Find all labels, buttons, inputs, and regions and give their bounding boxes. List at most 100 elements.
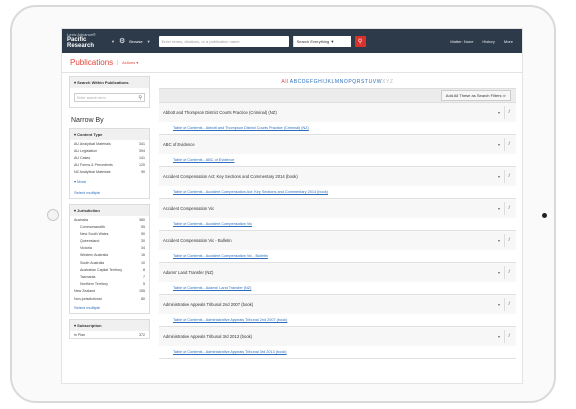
filter-count: 155 bbox=[139, 289, 145, 294]
publication-title[interactable]: Administrative Appeals Tribunal 3rd 2013… bbox=[163, 334, 252, 339]
info-icon[interactable]: i bbox=[504, 202, 513, 215]
chevron-down-icon[interactable]: ▾ bbox=[498, 110, 500, 115]
filter-count: 16 bbox=[141, 253, 145, 258]
publication-title[interactable]: Accident Compensation Act: Key Sections … bbox=[163, 174, 298, 179]
select-multiple-link[interactable]: Select multiple bbox=[70, 187, 149, 198]
publication-item: Accident Compensation Vic ▾ i Table of Cont… bbox=[159, 199, 516, 231]
alpha-all-link[interactable]: All bbox=[281, 79, 288, 85]
filter-row[interactable]: Northern Territory 5 bbox=[70, 281, 149, 288]
filter-count: 90 bbox=[141, 170, 145, 175]
filter-row[interactable]: In Plan 372 bbox=[70, 331, 149, 338]
publication-title-row[interactable]: ABC of Evidence ▾ i bbox=[159, 135, 516, 154]
publication-title[interactable]: Administrative Appeals Tribunal 2nd 2007… bbox=[163, 302, 253, 307]
search-within-title[interactable]: ▾ Search Within Publications bbox=[70, 77, 149, 88]
filter-row[interactable]: AU Cases 141 bbox=[70, 154, 149, 161]
camera-dot bbox=[542, 213, 547, 218]
info-icon[interactable]: i bbox=[504, 298, 513, 311]
table-of-contents-link[interactable]: Table of Contents - Adams' Land Transfer… bbox=[159, 282, 516, 294]
filter-label: NZ Analytical Materials bbox=[74, 170, 111, 175]
search-input[interactable]: Enter terms, citations, or a publication… bbox=[158, 35, 289, 47]
info-icon[interactable]: i bbox=[504, 266, 513, 279]
filter-row[interactable]: Tasmania 7 bbox=[70, 273, 149, 280]
table-of-contents-link[interactable]: Table of Contents - Accident Compensatio… bbox=[159, 186, 516, 198]
filter-row[interactable]: AU Analytical Materials 341 bbox=[70, 140, 149, 147]
publication-title[interactable]: Accident Compensation Vic bbox=[163, 206, 214, 211]
publication-title-row[interactable]: Administrative Appeals Tribunal 2nd 2007… bbox=[159, 295, 516, 314]
chevron-down-icon[interactable]: ▼ bbox=[111, 39, 115, 44]
filter-row[interactable]: Western Australia 16 bbox=[70, 252, 149, 259]
jurisdiction-title[interactable]: ▾ Jurisdiction bbox=[70, 204, 149, 216]
filter-row[interactable]: New South Wales 90 bbox=[70, 230, 149, 237]
info-icon[interactable]: i bbox=[504, 330, 513, 343]
filter-label: Queensland bbox=[80, 239, 100, 244]
info-icon[interactable]: i bbox=[504, 106, 513, 119]
publication-title-row[interactable]: Abbott and Thompson District Courts Prac… bbox=[159, 103, 516, 122]
table-of-contents-link[interactable]: Table of Contents - ABC of Evidence bbox=[159, 154, 516, 166]
publication-title[interactable]: ABC of Evidence bbox=[163, 142, 195, 147]
gear-icon[interactable]: ⚙ bbox=[119, 37, 125, 45]
info-icon[interactable]: i bbox=[504, 234, 513, 247]
content-type-title[interactable]: ▾ Content Type bbox=[70, 129, 149, 140]
nav-history[interactable]: History bbox=[482, 39, 494, 44]
publication-item: ABC of Evidence ▾ i Table of Contents - ABC… bbox=[159, 135, 516, 167]
chevron-down-icon[interactable]: ▾ bbox=[498, 206, 500, 211]
nav-matter[interactable]: Matter: None bbox=[450, 39, 473, 44]
chevron-down-icon[interactable]: ▼ bbox=[147, 39, 151, 44]
search-within-input[interactable]: Enter search term ⚲ bbox=[74, 93, 145, 102]
subscription-label: Subscription bbox=[77, 323, 102, 329]
publication-title-row[interactable]: Accident Compensation Act: Key Sections … bbox=[159, 167, 516, 186]
table-of-contents-link[interactable]: Table of Contents - Abbott and Thompson … bbox=[159, 122, 516, 134]
publication-title[interactable]: Abbott and Thompson District Courts Prac… bbox=[163, 110, 277, 115]
publication-title[interactable]: Adams' Land Transfer (NZ) bbox=[163, 270, 213, 275]
browse-menu[interactable]: Browse bbox=[129, 39, 142, 44]
alphabet-filter: AllABCDEFGHIJKLMNOPQRSTUVWXYZ bbox=[159, 76, 516, 88]
chevron-down-icon[interactable]: ▾ bbox=[498, 302, 500, 307]
home-button[interactable] bbox=[47, 209, 59, 221]
filter-row[interactable]: Victoria 34 bbox=[70, 245, 149, 252]
subscription-panel: ▾ Subscription In Plan 372 bbox=[69, 319, 150, 340]
jurisdiction-panel: ▾ Jurisdiction Australia 380 Commonwealth 5… bbox=[69, 203, 150, 315]
publication-title-row[interactable]: Adams' Land Transfer (NZ) ▾ i bbox=[159, 263, 516, 282]
more-link[interactable]: ▾ More bbox=[70, 176, 149, 187]
search-button[interactable]: ⚲ bbox=[354, 35, 366, 47]
publication-item: Administrative Appeals Tribunal 2nd 2007… bbox=[159, 295, 516, 327]
table-of-contents-link[interactable]: Table of Contents - Accident Compensatio… bbox=[159, 250, 516, 262]
search-scope-select[interactable]: Search Everything ▼ bbox=[292, 35, 351, 47]
filter-row[interactable]: Queensland 30 bbox=[70, 238, 149, 245]
select-multiple-link[interactable]: Select multiple bbox=[70, 302, 149, 313]
table-of-contents-link[interactable]: Table of Contents - Administrative Appea… bbox=[159, 346, 516, 358]
chevron-down-icon[interactable]: ▾ bbox=[498, 174, 500, 179]
filter-label: South Australia bbox=[80, 260, 105, 265]
info-icon[interactable]: i bbox=[504, 170, 513, 183]
table-of-contents-link[interactable]: Table of Contents - Accident Compensatio… bbox=[159, 218, 516, 230]
filter-row[interactable]: Non-jurisdictional 80 bbox=[70, 295, 149, 302]
chevron-down-icon[interactable]: ▾ bbox=[498, 270, 500, 275]
chevron-down-icon[interactable]: ▾ bbox=[498, 334, 500, 339]
publication-list: Abbott and Thompson District Courts Prac… bbox=[159, 103, 516, 359]
filter-row[interactable]: Australian Capital Territory 8 bbox=[70, 266, 149, 273]
subscription-title[interactable]: ▾ Subscription bbox=[70, 320, 149, 332]
publication-title-row[interactable]: Accident Compensation Vic ▾ i bbox=[159, 199, 516, 218]
filter-row[interactable]: Commonwealth 55 bbox=[70, 223, 149, 230]
brand-logo[interactable]: Lexis Advance® Pacific Research bbox=[67, 32, 107, 50]
search-icon[interactable]: ⚲ bbox=[138, 95, 142, 101]
actions-menu[interactable]: Actions ▾ bbox=[117, 60, 138, 65]
filter-row[interactable]: Australia 380 bbox=[70, 216, 149, 223]
filter-row[interactable]: AU Legislation 394 bbox=[70, 147, 149, 154]
search-within-label: Search Within Publications bbox=[77, 80, 129, 85]
filter-row[interactable]: NZ Analytical Materials 90 bbox=[70, 169, 149, 176]
filter-row[interactable]: AU Forms & Precedents 120 bbox=[70, 162, 149, 169]
chevron-down-icon[interactable]: ▾ bbox=[498, 238, 500, 243]
info-icon[interactable]: i bbox=[504, 138, 513, 151]
publication-title-row[interactable]: Administrative Appeals Tribunal 3rd 2013… bbox=[159, 327, 516, 346]
filter-row[interactable]: South Australia 10 bbox=[70, 259, 149, 266]
publication-title[interactable]: Accident Compensation Vic - Bulletin bbox=[163, 238, 232, 243]
table-of-contents-link[interactable]: Table of Contents - Administrative Appea… bbox=[159, 314, 516, 326]
filter-count: 372 bbox=[139, 332, 145, 337]
publication-title-row[interactable]: Accident Compensation Vic - Bulletin ▾ i bbox=[159, 231, 516, 250]
filter-row[interactable]: New Zealand 155 bbox=[70, 288, 149, 295]
add-all-filters-button[interactable]: Add All These as Search Filters ⇨ bbox=[440, 90, 511, 101]
filter-count: 394 bbox=[139, 148, 145, 153]
nav-more[interactable]: More bbox=[504, 39, 513, 44]
chevron-down-icon[interactable]: ▾ bbox=[498, 142, 500, 147]
